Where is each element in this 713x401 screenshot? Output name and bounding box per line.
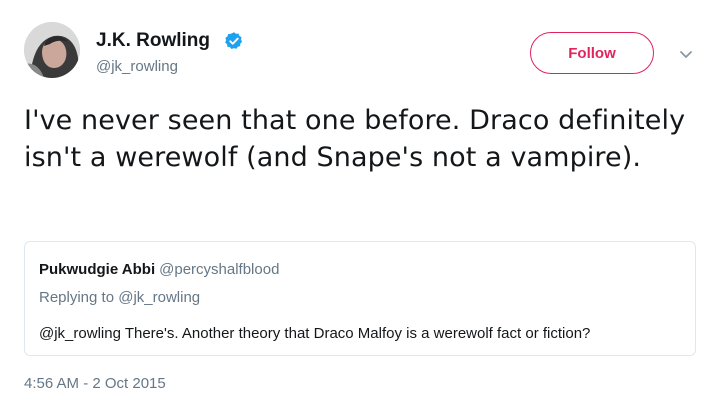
tweet-timestamp[interactable]: 4:56 AM - 2 Oct 2015: [24, 375, 166, 392]
quoted-text: @jk_rowling There's. Another theory that…: [39, 325, 591, 342]
avatar-photo: [24, 22, 80, 78]
tweet-card: J.K. Rowling @jk_rowling Follow I've nev…: [0, 0, 713, 401]
quoted-tweet[interactable]: Pukwudgie Abbi @percyshalfblood Replying …: [24, 241, 696, 356]
quoted-author: Pukwudgie Abbi @percyshalfblood: [39, 261, 279, 278]
quoted-replying-to: Replying to @jk_rowling: [39, 289, 201, 306]
follow-button[interactable]: Follow: [530, 32, 654, 74]
tweet-text: I've never seen that one before. Draco d…: [24, 105, 686, 173]
verified-badge-icon: [225, 32, 243, 49]
avatar[interactable]: [24, 22, 80, 78]
chevron-down-icon[interactable]: [676, 44, 696, 64]
quoted-handle: @percyshalfblood: [159, 261, 280, 278]
author-handle[interactable]: @jk_rowling: [96, 58, 178, 75]
quoted-display-name: Pukwudgie Abbi: [39, 261, 156, 278]
author-display-name[interactable]: J.K. Rowling: [96, 30, 210, 52]
